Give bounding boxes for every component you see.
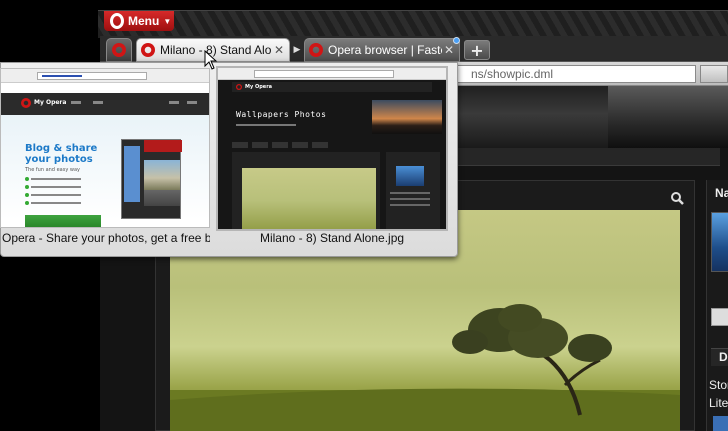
sidebar-link-icon[interactable]: [713, 416, 728, 431]
thumbnail-site-name: My Opera: [34, 99, 67, 106]
sidebar-heading: Na: [715, 186, 728, 200]
thumbnail-sidebar: [386, 152, 440, 229]
chevron-down-icon: ▼: [163, 16, 172, 26]
thumbnail-page: My Opera Wallpapers Photos: [218, 80, 446, 229]
opera-logo-icon: [236, 84, 242, 90]
browser-title-strip: [98, 10, 728, 38]
thumbnail-site-header: My Opera: [1, 93, 209, 115]
right-sidebar: Na De Stor Lite: [706, 180, 728, 431]
banner-image: [608, 86, 728, 148]
sidebar-thumbnail[interactable]: [711, 212, 728, 272]
thumbnail-page-title: Wallpapers Photos: [236, 110, 327, 119]
preview-title: Milano - 8) Stand Alone.jpg: [259, 231, 405, 245]
cursor-icon: [204, 50, 218, 70]
thumbnail-url: [37, 72, 147, 80]
close-icon[interactable]: ✕: [272, 43, 286, 57]
new-tab-button[interactable]: +: [464, 40, 490, 60]
tab-label: Opera browser | Faster & safer: [328, 43, 442, 57]
image-icon[interactable]: [711, 308, 728, 326]
speed-dial-tab[interactable]: [106, 38, 132, 62]
tab-opera-browser[interactable]: Opera browser | Faster & safer ✕: [304, 38, 460, 62]
thumbnail-toolbar: [218, 68, 446, 80]
tab-scroll-right-icon[interactable]: ▶: [292, 42, 302, 58]
thumbnail-toolbar: [1, 69, 209, 83]
thumbnail-hero-subtitle: The fun and easy way: [25, 167, 80, 173]
opera-menu-button[interactable]: Menu ▼: [104, 11, 174, 31]
opera-logo-icon: [309, 43, 323, 57]
plus-icon: +: [470, 40, 484, 60]
menu-label: Menu: [128, 14, 160, 28]
thumbnail-banner: [372, 100, 442, 134]
thumbnail-site-name: My Opera: [245, 84, 273, 90]
thumbnail-photo-panel: [232, 152, 380, 229]
close-icon[interactable]: ✕: [442, 43, 456, 57]
browser-window: Menu ▼ Milano - 8) Stand Alone.jpg ✕ ▶ O…: [0, 0, 728, 431]
go-button[interactable]: [700, 65, 728, 83]
thumbnail-hero-title: Blog & share your photos: [25, 143, 98, 165]
preview-title: Opera - Share your photos, get a free bl…: [2, 231, 210, 245]
page-header-banner: [456, 86, 728, 148]
tab-preview-thumbnail[interactable]: My Opera Blog & share your photos The fu…: [0, 68, 210, 228]
opera-logo-icon: [110, 13, 124, 29]
sidebar-section-label: De: [719, 350, 728, 364]
zoom-icon[interactable]: [670, 191, 684, 205]
notification-dot: [453, 37, 460, 44]
sidebar-text: Stor: [709, 378, 728, 392]
opera-logo-icon: [141, 43, 155, 57]
opera-logo-icon: [112, 43, 126, 57]
sidebar-text: Lite: [709, 396, 728, 410]
thumbnail-signup-button: [25, 215, 101, 227]
opera-logo-icon: [21, 98, 31, 108]
thumbnail-screenshot: [121, 139, 182, 219]
sidebar-section: De: [711, 348, 728, 366]
tab-preview-thumbnail-active[interactable]: My Opera Wallpapers Photos: [216, 66, 448, 231]
